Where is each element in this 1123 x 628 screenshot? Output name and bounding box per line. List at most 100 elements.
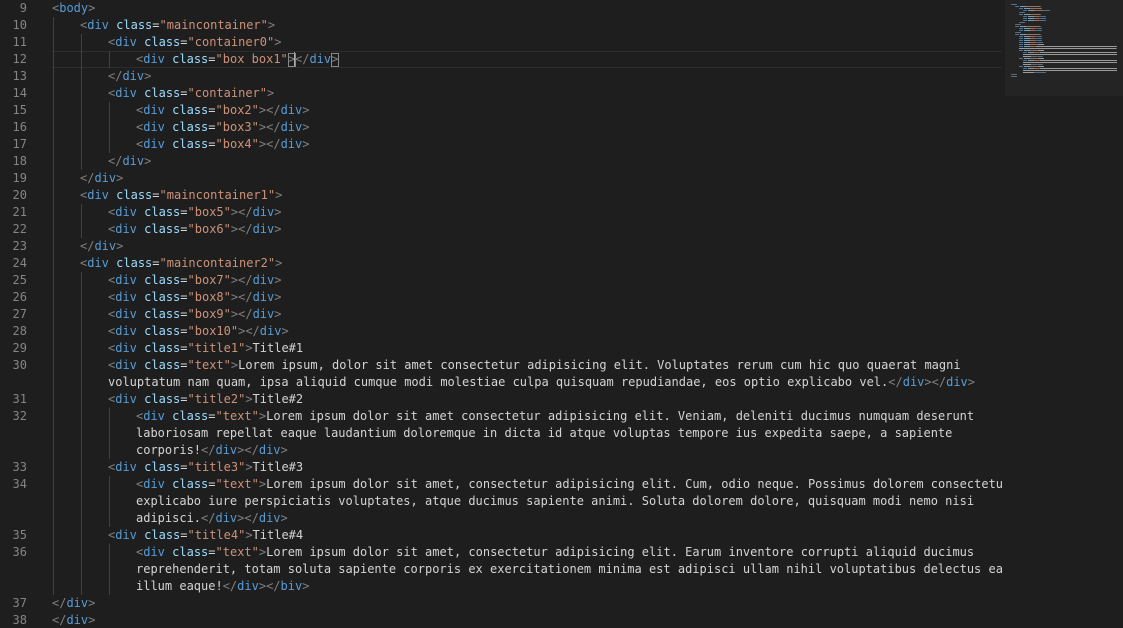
code-line[interactable]: </div> (108, 153, 151, 170)
code-line[interactable]: <div class="container"> (108, 85, 274, 102)
code-token: div (215, 443, 238, 457)
code-token: voluptatum nam quam, ipsa aliquid cumque… (108, 375, 889, 389)
code-line[interactable]: <body> (52, 0, 95, 17)
code-token: div (143, 409, 165, 423)
code-line[interactable]: illum eaque!</div></biv> (136, 578, 309, 595)
code-line[interactable]: <div class="box2"></div> (136, 102, 309, 119)
code-line[interactable]: voluptatum nam quam, ipsa aliquid cumque… (108, 374, 975, 391)
code-token: </ (266, 137, 281, 151)
code-token: "box3" (215, 120, 259, 134)
code-area[interactable]: <body> <div class="maincontainer"> <div cl… (52, 0, 1010, 628)
line-number: 27 (12, 307, 27, 321)
indent-guide (53, 442, 54, 459)
line-number (0, 510, 27, 527)
code-token: class (144, 341, 181, 355)
code-line[interactable]: corporis!</div></div> (136, 442, 288, 459)
code-token: div (143, 477, 165, 491)
indent-guide (81, 221, 82, 238)
code-line[interactable]: laboriosam repellat eaque laudantium dol… (136, 425, 952, 442)
code-line[interactable]: <div class="container0"> (108, 34, 281, 51)
indent-guide (53, 102, 54, 119)
code-line[interactable]: <div class="text">Lorem ipsum, dolor sit… (108, 357, 961, 374)
line-number (0, 578, 27, 595)
code-token: class (144, 222, 181, 236)
code-token: </ (80, 239, 95, 253)
code-token: > (274, 222, 282, 236)
code-token: div (309, 52, 332, 66)
code-token: > (245, 392, 253, 406)
code-line[interactable]: <div class="box10"></div> (108, 323, 289, 340)
line-number: 30 (12, 358, 27, 372)
code-token: div (115, 460, 137, 474)
code-token: "box5" (187, 205, 231, 219)
code-token: = (180, 528, 188, 542)
code-token: class (172, 545, 209, 559)
code-line[interactable]: <div class="maincontainer2"> (80, 255, 282, 272)
code-token: class (144, 86, 181, 100)
minimap-slider[interactable] (1005, 0, 1123, 96)
code-token: Lorem ipsum, dolor sit amet consectetur … (238, 358, 961, 372)
code-token: "text" (215, 545, 259, 559)
code-line[interactable]: explicabo iure perspiciatis voluptates, … (136, 493, 974, 510)
indent-guide (81, 493, 82, 510)
line-number: 28 (12, 324, 27, 338)
code-editor[interactable]: 9 10 11 12 13 14 15 16 17 18 19 20 21 22 23 24 25 26 27 28 2… (0, 0, 1123, 628)
line-number-gutter[interactable]: 9 10 11 12 13 14 15 16 17 18 19 20 21 22 23 24 25 26 27 28 2… (0, 0, 36, 628)
code-line[interactable]: <div class="maincontainer1"> (80, 187, 282, 204)
code-token: = (208, 52, 216, 66)
code-line[interactable]: <div class="box8"></div> (108, 289, 281, 306)
indent-guide (109, 102, 110, 119)
code-token: > (280, 511, 288, 525)
line-number (0, 561, 27, 578)
code-line[interactable]: <div class="box9"></div> (108, 306, 281, 323)
code-token: div (258, 511, 281, 525)
code-line[interactable]: <div class="box4"></div> (136, 136, 309, 153)
code-token: div (94, 239, 117, 253)
indent-guide (53, 289, 54, 306)
indent-guide (109, 476, 110, 493)
code-line[interactable]: <div class="title2">Title#2 (108, 391, 303, 408)
code-token: explicabo iure perspiciatis voluptates, … (136, 494, 975, 508)
code-line[interactable]: <div class="maincontainer"> (80, 17, 275, 34)
code-line[interactable]: </div> (80, 238, 123, 255)
code-line[interactable]: <div class="box5"></div> (108, 204, 281, 221)
code-line[interactable]: <div class="box box1"></div> (136, 51, 338, 68)
indent-guide (81, 34, 82, 51)
code-line[interactable]: reprehenderit, totam soluta sapiente cor… (136, 561, 1003, 578)
code-line[interactable]: <div class="title1">Title#1 (108, 340, 303, 357)
code-line[interactable]: <div class="box7"></div> (108, 272, 281, 289)
indent-guide (81, 425, 82, 442)
code-token: "title1" (187, 341, 246, 355)
code-token: "box4" (215, 137, 259, 151)
code-token: div (115, 222, 137, 236)
code-token: div (258, 443, 281, 457)
code-line[interactable]: </div> (108, 68, 151, 85)
code-token: </ (201, 443, 216, 457)
indent-guide (81, 510, 82, 527)
code-line[interactable]: </div> (52, 595, 95, 612)
indent-guide (81, 442, 82, 459)
indent-guide (81, 51, 82, 68)
code-token: </ (80, 171, 95, 185)
code-line[interactable]: <div class="box6"></div> (108, 221, 281, 238)
code-line[interactable]: </div> (80, 170, 123, 187)
code-token: = (208, 409, 216, 423)
code-token: = (180, 307, 188, 321)
code-line[interactable]: <div class="text">Lorem ipsum dolor sit … (136, 476, 1010, 493)
code-token: "container0" (187, 35, 275, 49)
code-line[interactable]: </div> (52, 612, 95, 628)
code-token: div (143, 137, 165, 151)
code-token: div (115, 392, 137, 406)
code-line[interactable]: <div class="title4">Title#4 (108, 527, 303, 544)
code-token: > (144, 69, 152, 83)
code-token: div (946, 375, 968, 389)
code-token: = (180, 460, 188, 474)
code-line[interactable]: adipisci.</div></div> (136, 510, 288, 527)
line-number: 12 (12, 52, 27, 66)
code-line[interactable]: <div class="text">Lorem ipsum dolor sit … (136, 408, 974, 425)
code-line[interactable]: <div class="box3"></div> (136, 119, 309, 136)
code-token: > (88, 613, 96, 627)
code-token: class (144, 307, 181, 321)
code-line[interactable]: <div class="text">Lorem ipsum dolor sit … (136, 544, 974, 561)
code-line[interactable]: <div class="title3">Title#3 (108, 459, 303, 476)
